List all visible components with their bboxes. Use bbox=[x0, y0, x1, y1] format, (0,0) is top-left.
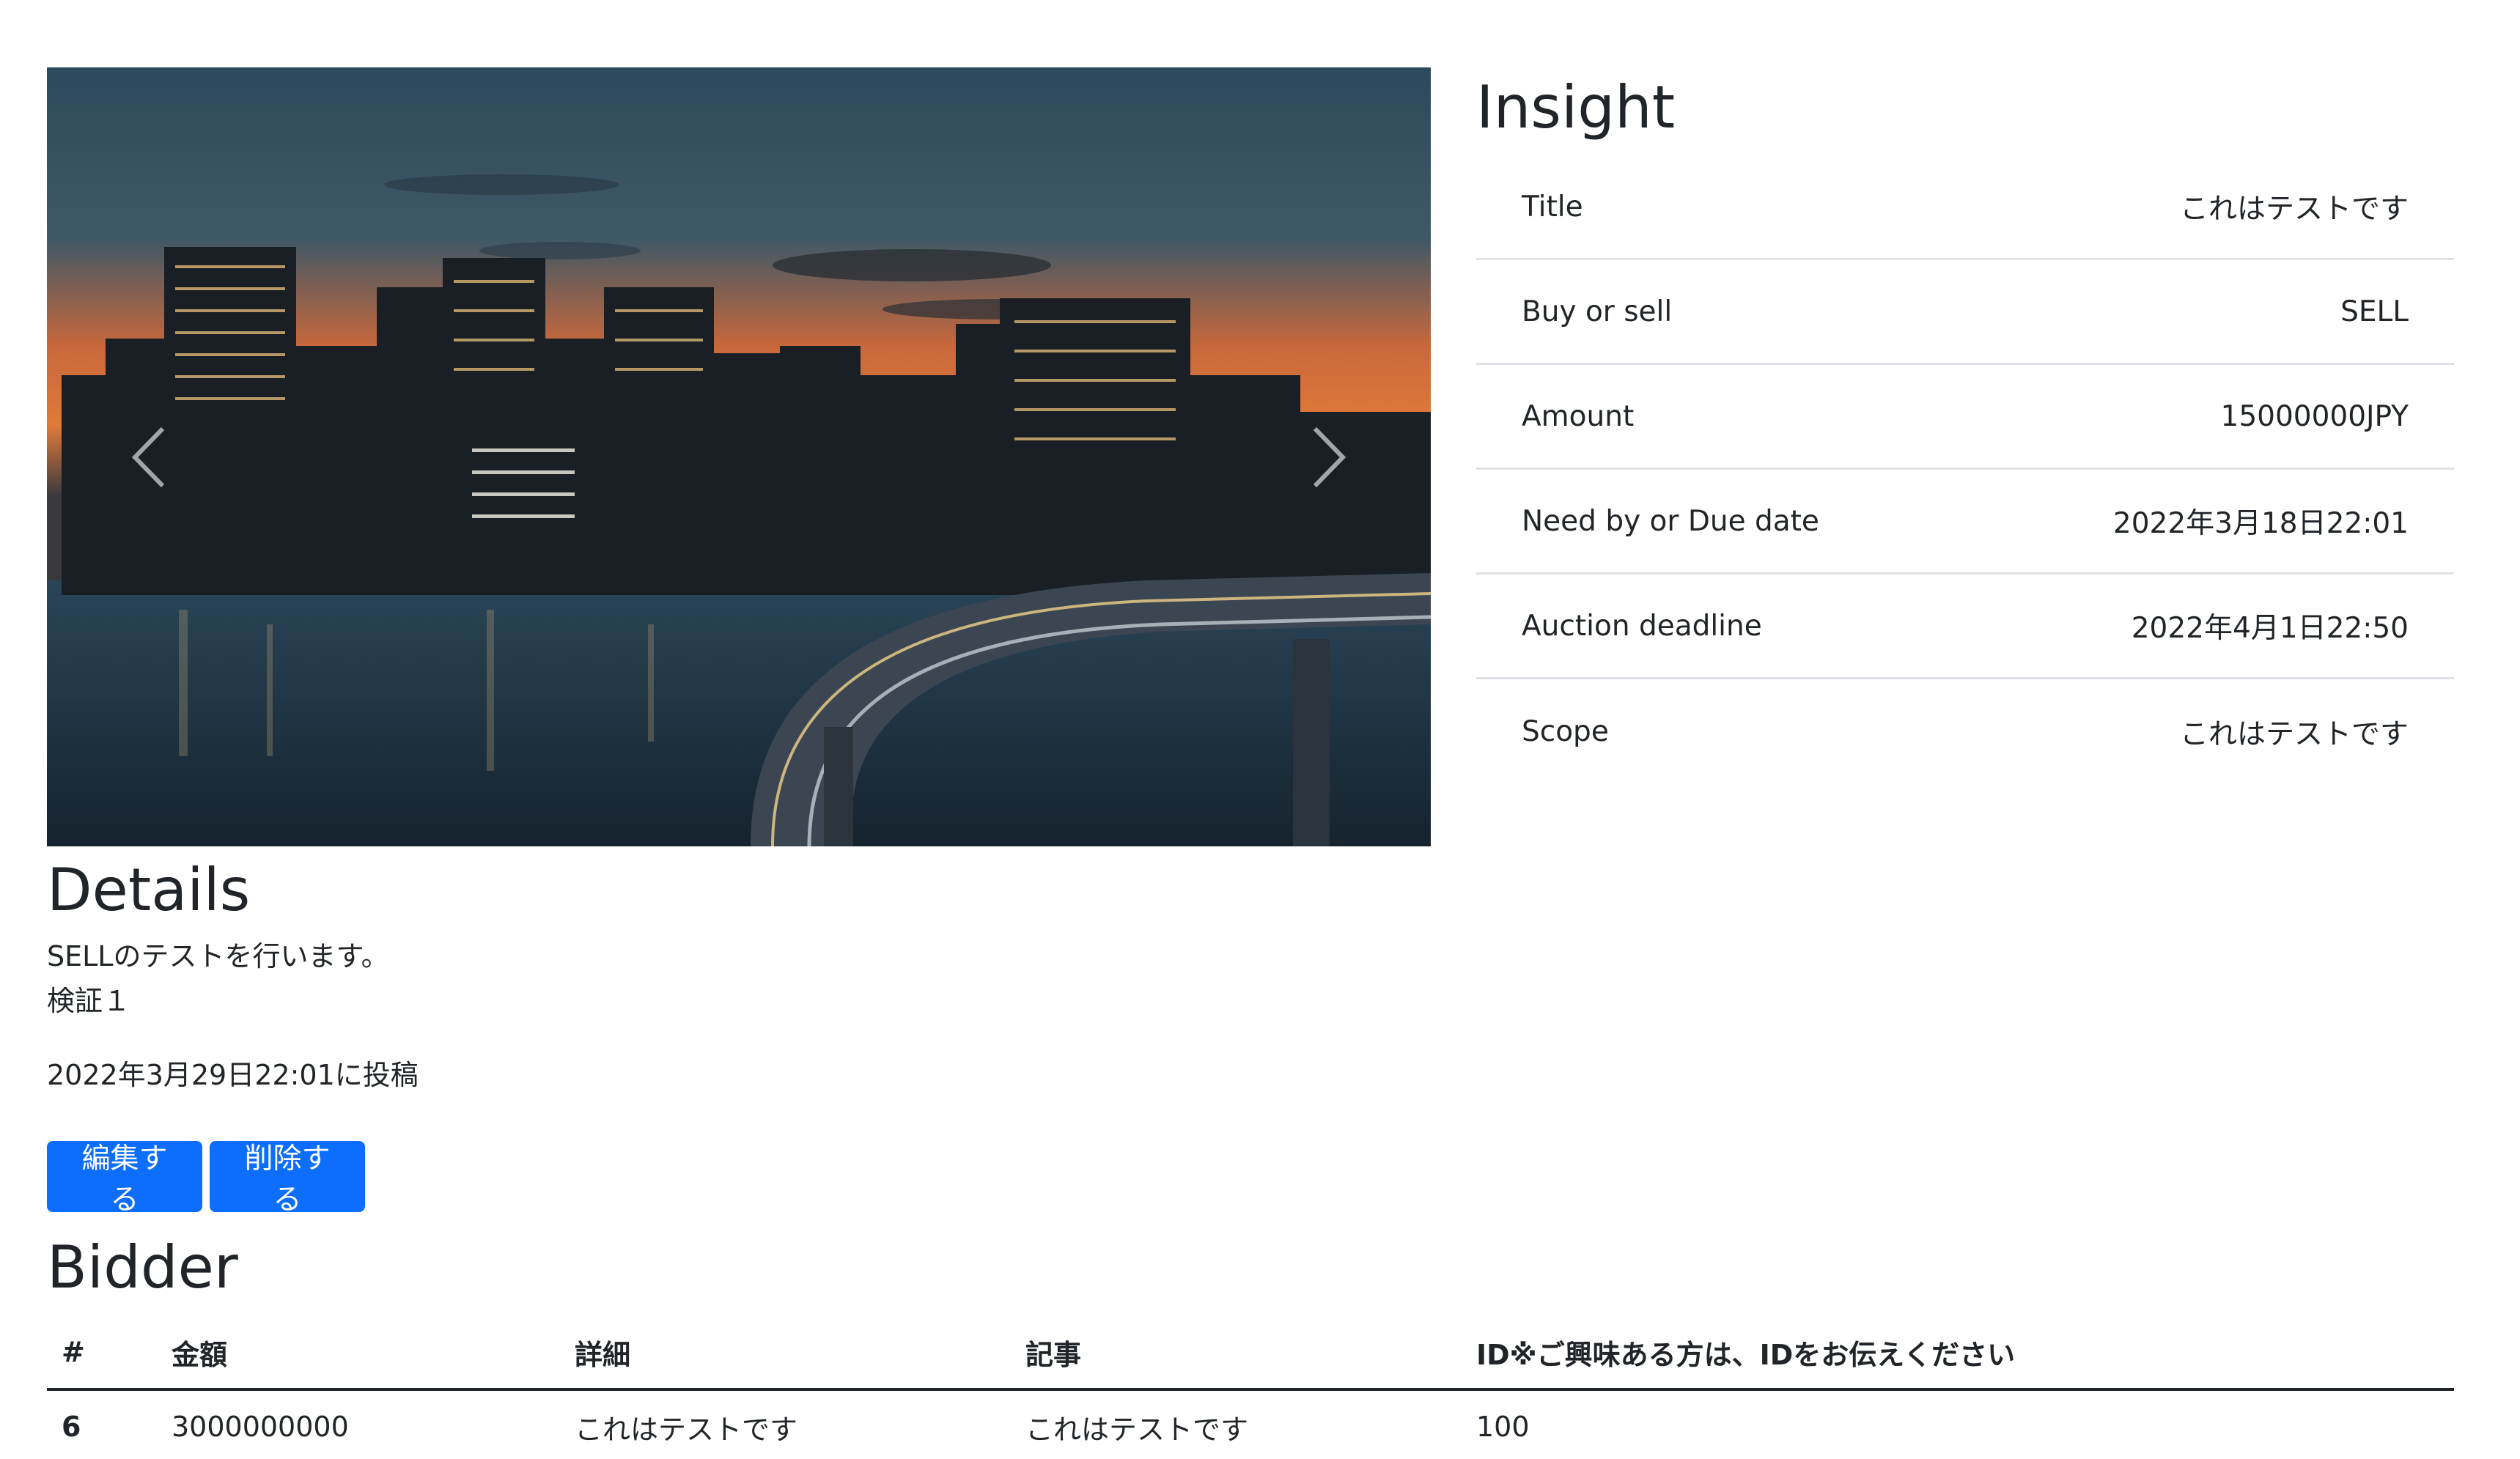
chevron-left-icon bbox=[131, 426, 165, 487]
table-header-row: # 金額 詳細 記事 ID※ご興味ある方は、IDをお伝えください bbox=[47, 1316, 2454, 1391]
page: Insight Title これはテストです Buy or sell SELL … bbox=[0, 0, 2520, 1459]
insight-row-due-date: Need by or Due date 2022年3月18日22:01 bbox=[1476, 470, 2454, 575]
table-cell: これはテストです bbox=[1011, 1389, 1462, 1459]
table-row: 6 3000000000 これはテストです これはテストです 100 bbox=[47, 1389, 2454, 1459]
insight-label: Amount bbox=[1522, 399, 1635, 433]
insight-row-auction-deadline: Auction deadline 2022年4月1日22:50 bbox=[1476, 575, 2454, 679]
carousel-prev-button[interactable] bbox=[47, 67, 252, 846]
table-cell: 100 bbox=[1462, 1389, 2454, 1459]
details-heading: Details bbox=[47, 856, 251, 924]
table-cell: 6 bbox=[47, 1389, 157, 1459]
insight-label: Scope bbox=[1522, 715, 1609, 748]
edit-button[interactable]: 編集する bbox=[47, 1141, 202, 1216]
insight-label: Buy or sell bbox=[1522, 295, 1673, 328]
column-header: 金額 bbox=[157, 1316, 560, 1391]
insight-value: 15000000JPY bbox=[2220, 399, 2409, 433]
insight-row-scope: Scope これはテストです bbox=[1476, 679, 2454, 784]
insight-value: これはテストです bbox=[2179, 193, 2409, 226]
column-header: 記事 bbox=[1011, 1316, 1462, 1391]
details-line: SELLのテストを行います。 bbox=[47, 940, 389, 972]
delete-button[interactable]: 削除する bbox=[210, 1141, 365, 1216]
insight-label: Need by or Due date bbox=[1522, 504, 1819, 538]
insight-row-buy-or-sell: Buy or sell SELL bbox=[1476, 260, 2454, 365]
column-header: # bbox=[47, 1316, 157, 1391]
city-night-photo bbox=[47, 67, 1431, 846]
insight-heading: Insight bbox=[1476, 73, 1676, 141]
insight-row-amount: Amount 15000000JPY bbox=[1476, 365, 2454, 470]
insight-value: これはテストです bbox=[2179, 717, 2409, 751]
insight-value: 2022年3月18日22:01 bbox=[2112, 507, 2409, 540]
column-header: 詳細 bbox=[560, 1316, 1011, 1391]
bidder-heading: Bidder bbox=[47, 1233, 238, 1301]
insight-list: Title これはテストです Buy or sell SELL Amount 1… bbox=[1476, 155, 2454, 784]
posted-timestamp: 2022年3月29日22:01に投稿 bbox=[47, 1059, 419, 1091]
table-cell: 3000000000 bbox=[157, 1389, 560, 1459]
table-cell: これはテストです bbox=[560, 1389, 1011, 1459]
insight-value: 2022年4月1日22:50 bbox=[2131, 612, 2409, 645]
column-header: ID※ご興味ある方は、IDをお伝えください bbox=[1462, 1316, 2454, 1391]
details-line: 検証１ bbox=[47, 985, 131, 1017]
carousel-next-button[interactable] bbox=[1226, 67, 1431, 846]
insight-row-title: Title これはテストです bbox=[1476, 155, 2454, 260]
image-carousel bbox=[47, 67, 1431, 846]
details-body: SELLのテストを行います。 検証１ bbox=[47, 934, 389, 1024]
chevron-right-icon bbox=[1313, 426, 1346, 487]
insight-label: Auction deadline bbox=[1522, 609, 1762, 643]
insight-value: SELL bbox=[2340, 295, 2409, 328]
insight-label: Title bbox=[1522, 190, 1583, 224]
bidder-table: # 金額 詳細 記事 ID※ご興味ある方は、IDをお伝えください 6 30000… bbox=[47, 1316, 2454, 1459]
